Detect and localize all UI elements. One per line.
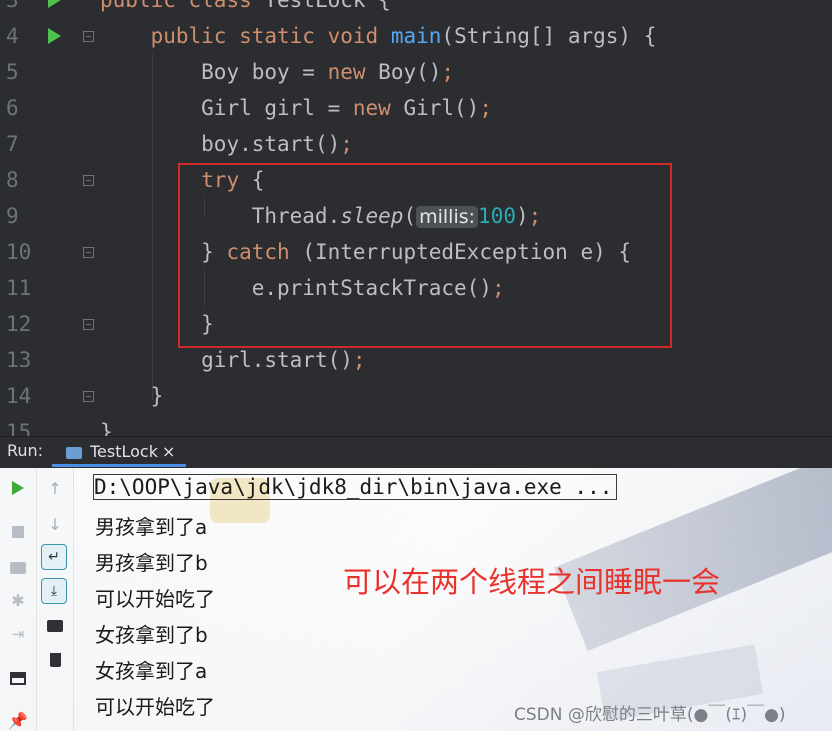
run-icon[interactable]	[8, 478, 28, 498]
code-line-7: 7 boy.start();	[0, 126, 832, 162]
line-number: 11	[6, 276, 32, 300]
annotation-text: 可以在两个线程之间睡眠一会	[343, 565, 721, 599]
line-number: 4	[6, 24, 19, 48]
code-line-3: 3 public class TestLock {	[0, 0, 832, 18]
code-editor[interactable]: 3 public class TestLock { 4 public stati…	[0, 0, 832, 436]
tab-title: TestLock	[90, 442, 158, 461]
line-number: 14	[6, 384, 32, 408]
fold-icon[interactable]	[83, 31, 94, 42]
code-text: boy.start();	[201, 132, 353, 156]
settings-icon[interactable]: ✱	[8, 590, 28, 610]
line-number: 5	[6, 60, 19, 84]
code-line-14: 14 }	[0, 378, 832, 414]
line-number: 15	[6, 420, 32, 436]
console-output-line: 女孩拿到了b	[95, 623, 208, 647]
exit-icon[interactable]: ⇥	[8, 624, 28, 644]
layout-icon[interactable]	[8, 668, 28, 688]
console-output-line: 男孩拿到了b	[95, 551, 208, 575]
line-number: 9	[6, 204, 19, 228]
arrow-up-icon[interactable]: ↑	[45, 478, 65, 498]
camera-icon[interactable]	[8, 558, 28, 578]
line-number: 7	[6, 132, 19, 156]
fold-icon[interactable]	[83, 391, 94, 402]
code-text: public class TestLock {	[100, 0, 391, 12]
code-text: }	[100, 420, 113, 436]
clear-icon[interactable]	[45, 650, 65, 670]
code-line-4: 4 public static void main(String[] args)…	[0, 18, 832, 54]
close-icon[interactable]: ×	[162, 442, 175, 461]
soft-wrap-icon[interactable]: ↵	[41, 544, 67, 570]
run-label: Run:	[7, 441, 44, 460]
console-output-line: 可以开始吃了	[95, 695, 215, 719]
console-output-line: 女孩拿到了a	[95, 659, 208, 683]
code-line-15: 15 }	[0, 414, 832, 436]
pin-icon[interactable]: 📌	[8, 710, 28, 730]
arrow-down-icon[interactable]: ↓	[45, 514, 65, 534]
fold-icon[interactable]	[83, 175, 94, 186]
code-text: public static void main(String[] args) {	[150, 24, 657, 48]
line-number: 13	[6, 348, 32, 372]
scroll-to-end-icon[interactable]: ⤓	[41, 578, 67, 604]
code-text: }	[150, 384, 164, 408]
line-number: 8	[6, 168, 19, 192]
line-number: 12	[6, 312, 32, 336]
code-line-6: 6 Girl girl = new Girl();	[0, 90, 832, 126]
console-output[interactable]: ✱ ⇥ 📌 ↑ ↓ ↵ ⤓ D:\OOP\java\jdk\jdk8_dir\b…	[0, 468, 832, 731]
console-tab-icon	[66, 447, 82, 459]
run-icon[interactable]	[48, 0, 61, 8]
code-line-5: 5 Boy boy = new Boy();	[0, 54, 832, 90]
fold-icon[interactable]	[83, 319, 94, 330]
run-icon[interactable]	[48, 28, 61, 44]
console-output-line: 男孩拿到了a	[95, 515, 208, 539]
print-icon[interactable]	[45, 616, 65, 636]
console-command-line: D:\OOP\java\jdk\jdk8_dir\bin\java.exe ..…	[93, 474, 618, 500]
console-output-line: 可以开始吃了	[95, 587, 215, 611]
line-number: 10	[6, 240, 32, 264]
line-number: 6	[6, 96, 19, 120]
line-number: 3	[6, 0, 19, 12]
code-text: Boy boy = new Boy();	[201, 60, 455, 84]
fold-icon[interactable]	[83, 247, 94, 258]
highlight-box	[178, 163, 672, 348]
watermark: CSDN @欣慰的三叶草(●￣(ｴ)￣●)	[514, 705, 786, 725]
stop-icon[interactable]	[8, 522, 28, 542]
tab-active-indicator	[52, 464, 186, 467]
code-text: Girl girl = new Girl();	[201, 96, 492, 120]
